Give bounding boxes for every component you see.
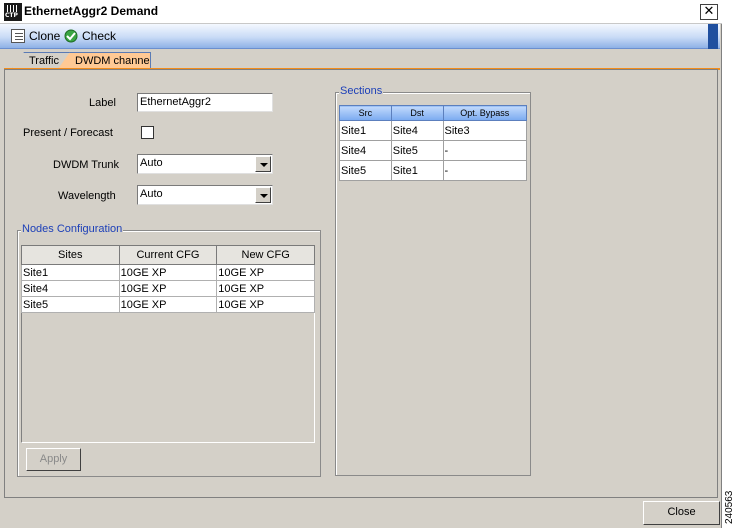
logo-text: CTP <box>5 12 18 19</box>
column-header-dst[interactable]: Dst <box>390 105 444 121</box>
table-cell[interactable]: 10GE XP <box>216 280 315 297</box>
ctp-logo-icon: CTP <box>4 3 22 21</box>
table-row[interactable]: Site4 10GE XP 10GE XP <box>21 280 315 297</box>
nodes-configuration-group: Nodes Configuration Sites Current CFG Ne… <box>17 223 321 477</box>
dialog-window: CTP EthernetAggr2 Demand ✕ Clone Check T… <box>0 0 722 528</box>
sections-table: Src Dst Opt. Bypass Site1 Site4 Site3 Si… <box>339 105 527 181</box>
window-title: EthernetAggr2 Demand <box>24 4 159 18</box>
close-icon: ✕ <box>703 4 715 19</box>
chevron-down-icon[interactable] <box>255 187 271 203</box>
table-row[interactable]: Site4 Site5 - <box>339 140 527 161</box>
table-row[interactable]: Site5 Site1 - <box>339 160 527 181</box>
label-caption: Label <box>89 97 116 109</box>
sections-group: Sections Src Dst Opt. Bypass Site1 Site4… <box>335 85 531 476</box>
present-forecast-caption: Present / Forecast <box>23 127 113 139</box>
clone-icon <box>11 29 25 43</box>
table-cell: Site4 <box>390 120 444 141</box>
clone-button[interactable]: Clone <box>11 28 61 45</box>
wavelength-select[interactable]: Auto <box>137 185 273 205</box>
column-header-current-cfg[interactable]: Current CFG <box>118 245 218 265</box>
dwdm-trunk-caption: DWDM Trunk <box>53 159 119 171</box>
table-cell: - <box>442 160 527 181</box>
toolbar: Clone Check <box>0 24 720 49</box>
tab-dwdm-channel[interactable]: DWDM channel <box>58 52 151 69</box>
wavelength-value: Auto <box>140 188 163 200</box>
present-forecast-checkbox[interactable] <box>141 126 154 139</box>
table-cell: Site5 <box>339 160 392 181</box>
table-cell: Site3 <box>442 120 527 141</box>
dwdm-channel-panel: Label EthernetAggr2 Present / Forecast D… <box>4 69 718 498</box>
table-row[interactable]: Site5 10GE XP 10GE XP <box>21 296 315 313</box>
table-cell: 10GE XP <box>118 280 218 297</box>
tab-traffic-label: Traffic <box>29 55 59 67</box>
dwdm-trunk-select[interactable]: Auto <box>137 154 273 174</box>
table-row[interactable]: Site1 10GE XP 10GE XP <box>21 264 315 281</box>
label-input[interactable]: EthernetAggr2 <box>137 93 273 112</box>
label-input-value: EthernetAggr2 <box>140 96 211 108</box>
window-close-button[interactable]: ✕ <box>700 4 718 20</box>
table-cell: Site1 <box>390 160 444 181</box>
check-label: Check <box>82 29 117 43</box>
nodes-configuration-title: Nodes Configuration <box>21 223 124 235</box>
table-row[interactable]: Site1 Site4 Site3 <box>339 120 527 141</box>
column-header-new-cfg[interactable]: New CFG <box>216 245 315 265</box>
tab-dwdm-channel-label: DWDM channel <box>75 55 151 67</box>
figure-id: 240563 <box>724 490 735 524</box>
table-cell: - <box>442 140 527 161</box>
title-bar: CTP EthernetAggr2 Demand ✕ <box>0 0 722 24</box>
wavelength-caption: Wavelength <box>58 190 116 202</box>
table-cell: Site5 <box>390 140 444 161</box>
clone-label: Clone <box>29 29 61 43</box>
column-header-src[interactable]: Src <box>339 105 392 121</box>
table-cell: Site4 <box>339 140 392 161</box>
check-icon <box>64 29 78 43</box>
close-button[interactable]: Close <box>643 501 720 525</box>
toolbar-edge <box>708 24 718 49</box>
table-cell: 10GE XP <box>118 296 218 313</box>
tab-strip: Traffic DWDM channel <box>0 49 722 70</box>
table-cell: 10GE XP <box>118 264 218 281</box>
column-header-sites[interactable]: Sites <box>21 245 120 265</box>
table-cell[interactable]: 10GE XP <box>216 264 315 281</box>
table-cell: Site4 <box>21 280 120 297</box>
table-cell: Site1 <box>21 264 120 281</box>
table-cell[interactable]: 10GE XP <box>216 296 315 313</box>
check-button[interactable]: Check <box>64 28 116 45</box>
column-header-opt-bypass[interactable]: Opt. Bypass <box>442 105 527 121</box>
table-cell: Site5 <box>21 296 120 313</box>
apply-button[interactable]: Apply <box>26 448 81 471</box>
chevron-down-icon[interactable] <box>255 156 271 172</box>
dwdm-trunk-value: Auto <box>140 157 163 169</box>
table-cell: Site1 <box>339 120 392 141</box>
sections-title: Sections <box>339 85 384 97</box>
nodes-table: Sites Current CFG New CFG Site1 10GE XP … <box>21 245 315 313</box>
